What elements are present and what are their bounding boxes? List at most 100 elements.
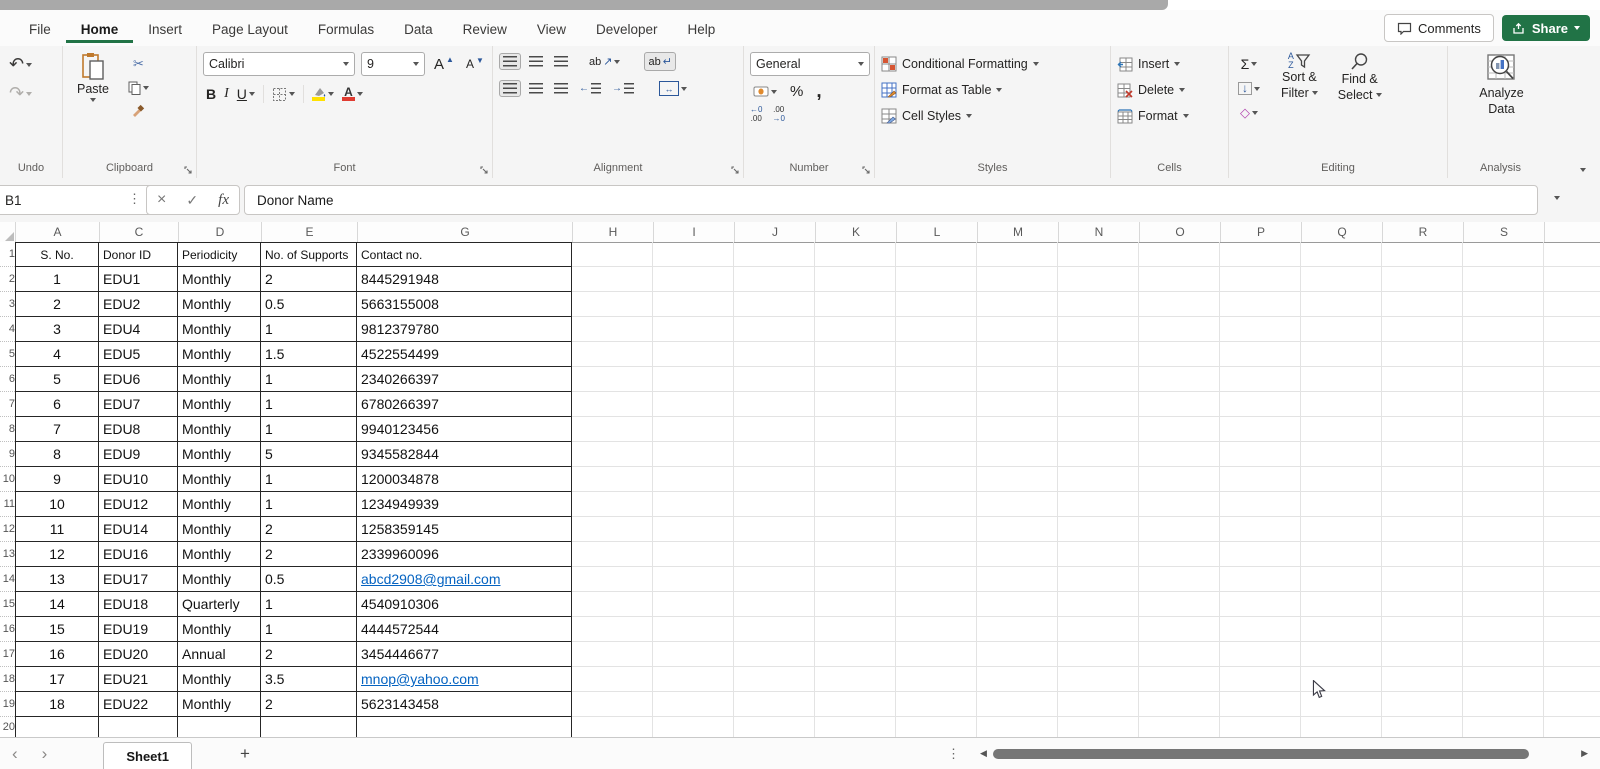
formula-input[interactable]: Donor Name (244, 185, 1538, 215)
header-cell[interactable]: No. of Supports (261, 242, 357, 267)
underline-button[interactable]: U (234, 84, 258, 104)
align-center-button[interactable] (526, 81, 546, 96)
table-cell[interactable]: EDU18 (99, 592, 178, 617)
scroll-right-arrow[interactable]: ▶ (1575, 748, 1594, 759)
copy-button[interactable] (125, 79, 152, 97)
column-header-R[interactable]: R (1383, 222, 1464, 242)
table-cell[interactable]: Monthly (178, 417, 261, 442)
table-cell[interactable]: 17 (15, 667, 99, 692)
prev-sheet-arrow[interactable]: ‹ (0, 744, 30, 764)
next-sheet-arrow[interactable]: › (30, 744, 60, 764)
table-cell[interactable]: Monthly (178, 292, 261, 317)
header-cell[interactable]: Donor ID (99, 242, 178, 267)
cut-button[interactable]: ✂ (125, 54, 152, 74)
increase-indent-button[interactable]: → (609, 81, 637, 96)
insert-function-button[interactable]: fx (218, 192, 229, 209)
comments-button[interactable]: Comments (1384, 14, 1494, 42)
scroll-left-arrow[interactable]: ◀ (974, 748, 993, 759)
column-header-J[interactable]: J (735, 222, 816, 242)
table-cell[interactable]: EDU10 (99, 467, 178, 492)
number-dialog-launcher[interactable] (862, 166, 871, 175)
menu-tab-formulas[interactable]: Formulas (303, 14, 389, 43)
sheet-tab-sheet1[interactable]: Sheet1 (103, 742, 192, 769)
bold-button[interactable]: B (203, 84, 219, 104)
table-cell[interactable]: Monthly (178, 517, 261, 542)
horizontal-scrollbar[interactable]: ◀ ▶ (974, 747, 1594, 761)
align-top-button[interactable] (499, 53, 521, 70)
column-header-C[interactable]: C (100, 222, 179, 242)
row-header-3[interactable]: 3 (0, 292, 15, 317)
table-cell[interactable]: mnop@yahoo.com (357, 667, 572, 692)
formula-bar-dots-handle[interactable]: ⋮ (128, 191, 141, 207)
table-cell[interactable]: EDU2 (99, 292, 178, 317)
menu-tab-developer[interactable]: Developer (581, 14, 673, 43)
table-cell[interactable]: 5 (15, 367, 99, 392)
table-cell[interactable]: abcd2908@gmail.com (357, 567, 572, 592)
increase-font-size-button[interactable]: A▲ (431, 54, 457, 75)
borders-button[interactable] (269, 85, 298, 104)
header-cell[interactable]: Periodicity (178, 242, 261, 267)
table-cell[interactable]: 5 (261, 442, 357, 467)
table-cell[interactable]: EDU7 (99, 392, 178, 417)
table-cell[interactable]: Monthly (178, 692, 261, 717)
column-header-K[interactable]: K (816, 222, 897, 242)
table-cell[interactable]: Annual (178, 642, 261, 667)
table-cell[interactable]: 2 (15, 292, 99, 317)
row-header-10[interactable]: 10 (0, 467, 15, 492)
column-header-D[interactable]: D (179, 222, 262, 242)
table-cell[interactable]: 3454446677 (357, 642, 572, 667)
table-cell[interactable]: 2 (261, 642, 357, 667)
tabbar-resize-handle[interactable]: ⋮ (947, 746, 960, 762)
align-bottom-button[interactable] (551, 54, 571, 69)
table-cell[interactable]: 9812379780 (357, 317, 572, 342)
table-cell[interactable]: 2340266397 (357, 367, 572, 392)
styles-item-conditional-formatting[interactable]: Conditional Formatting (881, 53, 1106, 75)
autosum-button[interactable]: Σ (1235, 54, 1263, 74)
new-sheet-button[interactable]: + (240, 744, 250, 764)
decrease-indent-button[interactable]: ← (576, 81, 604, 96)
row-header-12[interactable]: 12 (0, 517, 15, 542)
row-header-13[interactable]: 13 (0, 542, 15, 567)
table-cell[interactable]: 9940123456 (357, 417, 572, 442)
row-header-1[interactable]: 1 (0, 242, 15, 267)
table-cell[interactable]: EDU22 (99, 692, 178, 717)
accounting-format-button[interactable] (750, 84, 780, 99)
table-cell[interactable]: EDU4 (99, 317, 178, 342)
column-header-Q[interactable]: Q (1302, 222, 1383, 242)
table-cell[interactable]: 1.5 (261, 342, 357, 367)
table-cell[interactable]: 4540910306 (357, 592, 572, 617)
table-cell[interactable]: 3 (15, 317, 99, 342)
analyze-data-button[interactable]: Analyze Data (1471, 52, 1531, 161)
row-header-15[interactable]: 15 (0, 592, 15, 617)
column-header-G[interactable]: G (358, 222, 573, 242)
table-cell[interactable]: 11 (15, 517, 99, 542)
menu-tab-view[interactable]: View (522, 14, 581, 43)
scrollbar-thumb[interactable] (993, 749, 1529, 759)
row-header-19[interactable]: 19 (0, 692, 15, 717)
table-cell[interactable]: 2 (261, 542, 357, 567)
table-cell[interactable]: 4 (15, 342, 99, 367)
table-cell[interactable]: 1 (261, 392, 357, 417)
table-cell[interactable]: EDU9 (99, 442, 178, 467)
table-cell[interactable]: 13 (15, 567, 99, 592)
table-cell[interactable]: 1 (261, 617, 357, 642)
table-cell[interactable]: 8 (15, 442, 99, 467)
table-cell[interactable]: EDU14 (99, 517, 178, 542)
comma-style-button[interactable]: , (813, 85, 824, 99)
empty-cell[interactable] (261, 717, 357, 737)
row-header-8[interactable]: 8 (0, 417, 15, 442)
row-header-5[interactable]: 5 (0, 342, 15, 367)
collapse-ribbon-chevron-icon[interactable] (1580, 168, 1586, 172)
table-cell[interactable]: 6780266397 (357, 392, 572, 417)
find-select-button[interactable]: Find & Select (1330, 52, 1390, 103)
column-header-H[interactable]: H (573, 222, 654, 242)
row-header-9[interactable]: 9 (0, 442, 15, 467)
decrease-font-size-button[interactable]: A▼ (463, 55, 487, 73)
header-cell[interactable]: Contact no. (357, 242, 572, 267)
row-header-16[interactable]: 16 (0, 617, 15, 642)
row-header-14[interactable]: 14 (0, 567, 15, 592)
table-cell[interactable]: Monthly (178, 442, 261, 467)
table-cell[interactable]: EDU21 (99, 667, 178, 692)
table-cell[interactable]: 8445291948 (357, 267, 572, 292)
table-cell[interactable]: Monthly (178, 542, 261, 567)
